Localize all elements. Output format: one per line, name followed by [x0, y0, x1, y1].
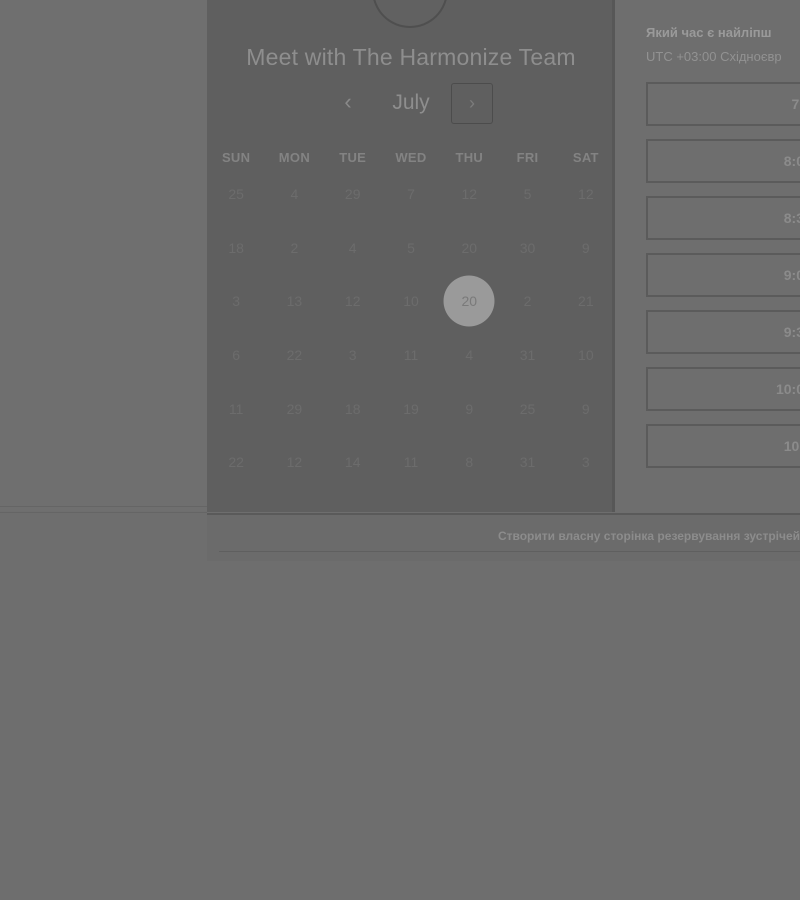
calendar-week: 22 12 14 11 8 31 3: [207, 435, 615, 489]
prev-month-button[interactable]: ‹: [335, 90, 361, 116]
sidebar-divider: [0, 506, 207, 513]
calendar-day[interactable]: 8: [440, 435, 498, 489]
calendar-day[interactable]: 7: [382, 167, 440, 221]
calendar-day[interactable]: 9: [557, 382, 615, 436]
calendar-day[interactable]: 4: [324, 221, 382, 275]
weekday-label: WED: [395, 150, 427, 165]
calendar-day[interactable]: 29: [324, 167, 382, 221]
calendar-day[interactable]: 3: [324, 328, 382, 382]
calendar-day[interactable]: 9: [440, 382, 498, 436]
calendar-grid: 25 4 29 7 12 5 12 18 2 4 5 20 30 9 3 13 …: [207, 167, 615, 489]
time-slot-button[interactable]: 9:3: [646, 310, 800, 354]
calendar-day[interactable]: 12: [324, 274, 382, 328]
calendar-day-selected[interactable]: 20: [440, 274, 498, 328]
calendar-day[interactable]: 12: [440, 167, 498, 221]
calendar-day[interactable]: 14: [324, 435, 382, 489]
weekday-label: TUE: [339, 150, 367, 165]
calendar-day[interactable]: 10: [557, 328, 615, 382]
time-slot-button[interactable]: 10:: [646, 424, 800, 468]
time-slot-panel: Який час є найліпш UTC +03:00 Східноєвр …: [615, 0, 800, 512]
calendar-day[interactable]: 20: [440, 221, 498, 275]
weekday-label: FRI: [516, 150, 539, 165]
calendar-day[interactable]: 30: [498, 221, 556, 275]
calendar-day[interactable]: 2: [265, 221, 323, 275]
calendar-day[interactable]: 12: [557, 167, 615, 221]
time-slot-list: 7: 8:0 8:3 9:0 9:3 10:0 10:: [646, 82, 800, 481]
calendar-panel: Meet with The Harmonize Team ‹ July › SU…: [207, 0, 615, 512]
timezone-question: Який час є найліпш: [646, 25, 772, 40]
time-slot-button[interactable]: 7:: [646, 82, 800, 126]
calendar-day[interactable]: 19: [382, 382, 440, 436]
calendar-day[interactable]: 31: [498, 435, 556, 489]
chevron-left-icon: ‹: [344, 89, 352, 114]
calendar-day[interactable]: 3: [557, 435, 615, 489]
time-slot-button[interactable]: 9:0: [646, 253, 800, 297]
weekday-label: SUN: [221, 150, 251, 165]
meeting-title: Meet with The Harmonize Team: [246, 44, 576, 70]
calendar-day[interactable]: 12: [265, 435, 323, 489]
calendar-week: 18 2 4 5 20 30 9: [207, 221, 615, 275]
team-avatar: [372, 0, 448, 28]
chevron-right-icon: ›: [469, 93, 475, 113]
weekday-label: MON: [278, 150, 311, 165]
next-month-button[interactable]: ›: [451, 83, 493, 124]
calendar-day[interactable]: 31: [498, 328, 556, 382]
calendar-day[interactable]: 3: [207, 274, 265, 328]
calendar-day[interactable]: 18: [207, 221, 265, 275]
weekday-header: SUN MON TUE WED THU FRI SAT: [207, 150, 615, 165]
calendar-day[interactable]: 11: [382, 328, 440, 382]
weekday-label: SAT: [572, 150, 599, 165]
weekday-label: THU: [455, 150, 484, 165]
calendar-day[interactable]: 5: [498, 167, 556, 221]
time-slot-button[interactable]: 10:0: [646, 367, 800, 411]
calendar-week: 25 4 29 7 12 5 12: [207, 167, 615, 221]
calendar-day[interactable]: 29: [265, 382, 323, 436]
calendar-week: 11 29 18 19 9 25 9: [207, 382, 615, 436]
calendar-day[interactable]: 11: [207, 382, 265, 436]
calendar-day[interactable]: 22: [265, 328, 323, 382]
calendar-week: 3 13 12 10 20 2 21: [207, 274, 615, 328]
timezone-selector[interactable]: UTC +03:00 Східноєвр: [646, 49, 800, 64]
calendar-day[interactable]: 6: [207, 328, 265, 382]
footer-divider: [219, 551, 800, 552]
calendar-day[interactable]: 2: [498, 274, 556, 328]
page-footer: Створити власну сторінка резервування зу…: [207, 513, 800, 561]
calendar-day[interactable]: 11: [382, 435, 440, 489]
time-slot-button[interactable]: 8:0: [646, 139, 800, 183]
calendar-day[interactable]: 25: [207, 167, 265, 221]
calendar-day[interactable]: 21: [557, 274, 615, 328]
left-sidebar: [0, 0, 208, 513]
time-slot-button[interactable]: 8:3: [646, 196, 800, 240]
calendar-week: 6 22 3 11 4 31 10: [207, 328, 615, 382]
month-navigation: ‹ July ›: [207, 82, 615, 126]
calendar-day[interactable]: 18: [324, 382, 382, 436]
selected-day-label: 20: [461, 293, 478, 310]
create-booking-page-link[interactable]: Створити власну сторінка резервування зу…: [435, 529, 800, 543]
calendar-day[interactable]: 9: [557, 221, 615, 275]
booking-page: Meet with The Harmonize Team ‹ July › SU…: [0, 0, 800, 900]
month-label: July: [392, 91, 430, 114]
calendar-day[interactable]: 25: [498, 382, 556, 436]
calendar-day[interactable]: 4: [265, 167, 323, 221]
calendar-day[interactable]: 4: [440, 328, 498, 382]
calendar-day[interactable]: 5: [382, 221, 440, 275]
calendar-day[interactable]: 22: [207, 435, 265, 489]
calendar-day[interactable]: 10: [382, 274, 440, 328]
calendar-day[interactable]: 13: [265, 274, 323, 328]
